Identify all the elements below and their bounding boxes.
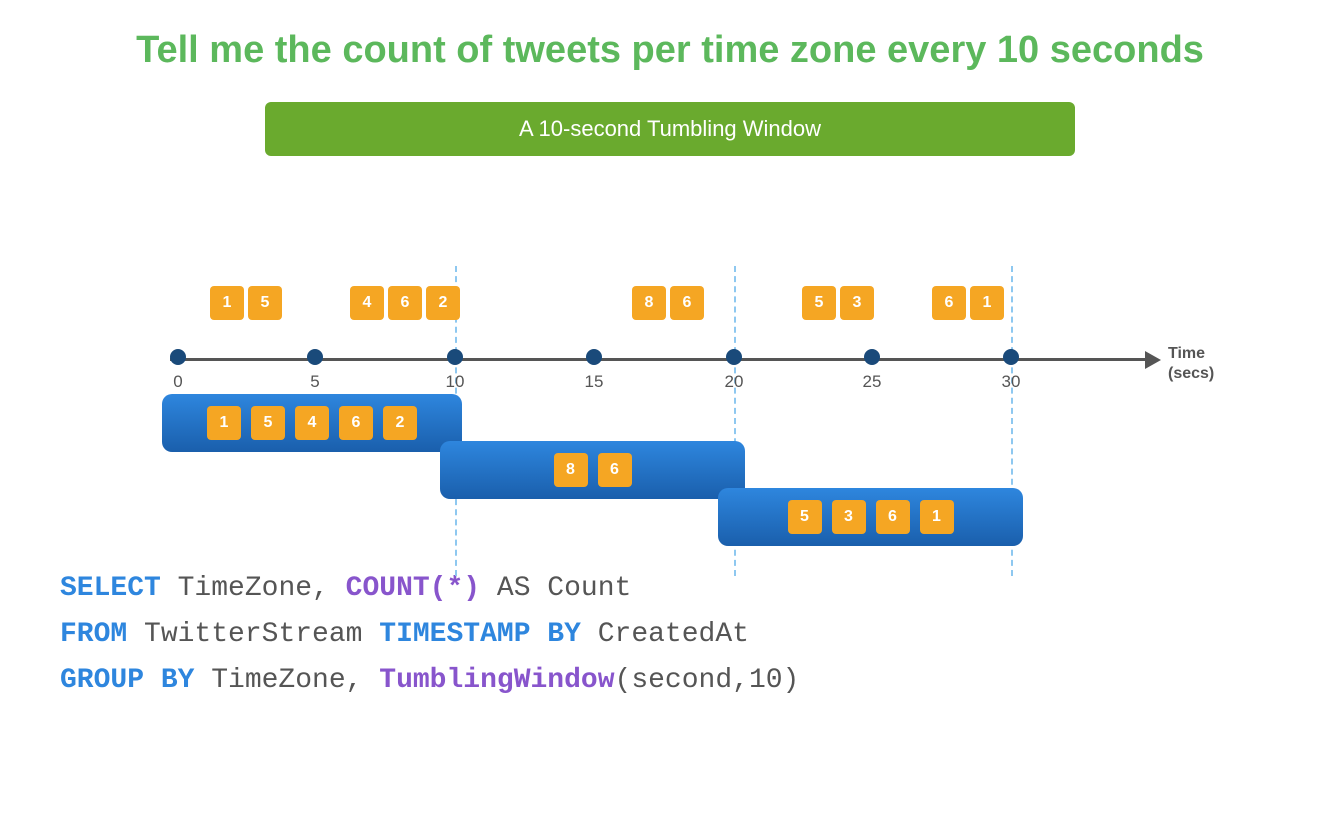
tick-label-15: 15 <box>585 372 604 392</box>
wb3-badge-4: 1 <box>920 500 954 534</box>
badge-5-2: 1 <box>970 286 1004 320</box>
badge-5-1: 6 <box>932 286 966 320</box>
dot-20 <box>726 349 742 365</box>
sql-line3-rest: TimeZone, <box>194 665 379 696</box>
window-bar-2: 8 6 <box>440 441 745 499</box>
badge-1-1: 1 <box>210 286 244 320</box>
sql-by: BY <box>531 619 581 650</box>
dot-30 <box>1003 349 1019 365</box>
dot-25 <box>864 349 880 365</box>
tick-label-25: 25 <box>863 372 882 392</box>
badge-4-1: 5 <box>802 286 836 320</box>
sql-line-1: SELECT TimeZone, COUNT(*) AS Count <box>60 566 1280 612</box>
dot-10 <box>447 349 463 365</box>
sql-groupby: GROUP BY <box>60 665 194 696</box>
sql-timestamp: TIMESTAMP <box>379 619 530 650</box>
wb3-badge-2: 3 <box>832 500 866 534</box>
window-banner: A 10-second Tumbling Window <box>265 102 1075 156</box>
sql-params: (second,10) <box>615 665 800 696</box>
sql-line-2: FROM TwitterStream TIMESTAMP BY CreatedA… <box>60 612 1280 658</box>
sql-from: FROM <box>60 619 127 650</box>
sql-select: SELECT <box>60 573 161 604</box>
badge-group-3: 8 6 <box>630 286 706 320</box>
badge-2-2: 6 <box>388 286 422 320</box>
dot-0 <box>170 349 186 365</box>
tick-label-30: 30 <box>1002 372 1021 392</box>
wb1-badge-5: 2 <box>383 406 417 440</box>
wb3-badge-1: 5 <box>788 500 822 534</box>
wb1-badge-1: 1 <box>207 406 241 440</box>
sql-line-3: GROUP BY TimeZone, TumblingWindow(second… <box>60 658 1280 704</box>
badge-3-1: 8 <box>632 286 666 320</box>
sql-as: AS Count <box>480 573 631 604</box>
page-title: Tell me the count of tweets per time zon… <box>0 0 1340 92</box>
wb1-badge-4: 6 <box>339 406 373 440</box>
timeline-arrow <box>1145 351 1161 369</box>
timeline-label: Time(secs) <box>1168 344 1214 386</box>
wb2-badge-1: 8 <box>554 453 588 487</box>
sql-line2-rest: TwitterStream <box>127 619 379 650</box>
badge-group-1: 1 5 <box>208 286 284 320</box>
tick-label-0: 0 <box>173 372 182 392</box>
badge-group-5: 6 1 <box>930 286 1006 320</box>
window-bar-1: 1 5 4 6 2 <box>162 394 462 452</box>
tick-label-5: 5 <box>310 372 319 392</box>
sql-count: COUNT(*) <box>346 573 480 604</box>
sql-createdat: CreatedAt <box>581 619 749 650</box>
dot-15 <box>586 349 602 365</box>
sql-section: SELECT TimeZone, COUNT(*) AS Count FROM … <box>0 546 1340 705</box>
badge-4-2: 3 <box>840 286 874 320</box>
wb3-badge-3: 6 <box>876 500 910 534</box>
window-bar-3: 5 3 6 1 <box>718 488 1023 546</box>
badge-2-1: 4 <box>350 286 384 320</box>
badge-group-4: 5 3 <box>800 286 876 320</box>
dot-5 <box>307 349 323 365</box>
badge-2-3: 2 <box>426 286 460 320</box>
sql-line1-rest: TimeZone, <box>161 573 346 604</box>
wb1-badge-2: 5 <box>251 406 285 440</box>
tick-label-20: 20 <box>725 372 744 392</box>
badge-group-2: 4 6 2 <box>348 286 462 320</box>
sql-tumblingwindow: TumblingWindow <box>379 665 614 696</box>
wb2-badge-2: 6 <box>598 453 632 487</box>
diagram-area: Time(secs) 0 5 10 15 20 25 30 1 5 4 6 2 … <box>120 176 1220 546</box>
wb1-badge-3: 4 <box>295 406 329 440</box>
badge-1-2: 5 <box>248 286 282 320</box>
badge-3-2: 6 <box>670 286 704 320</box>
tick-label-10: 10 <box>446 372 465 392</box>
